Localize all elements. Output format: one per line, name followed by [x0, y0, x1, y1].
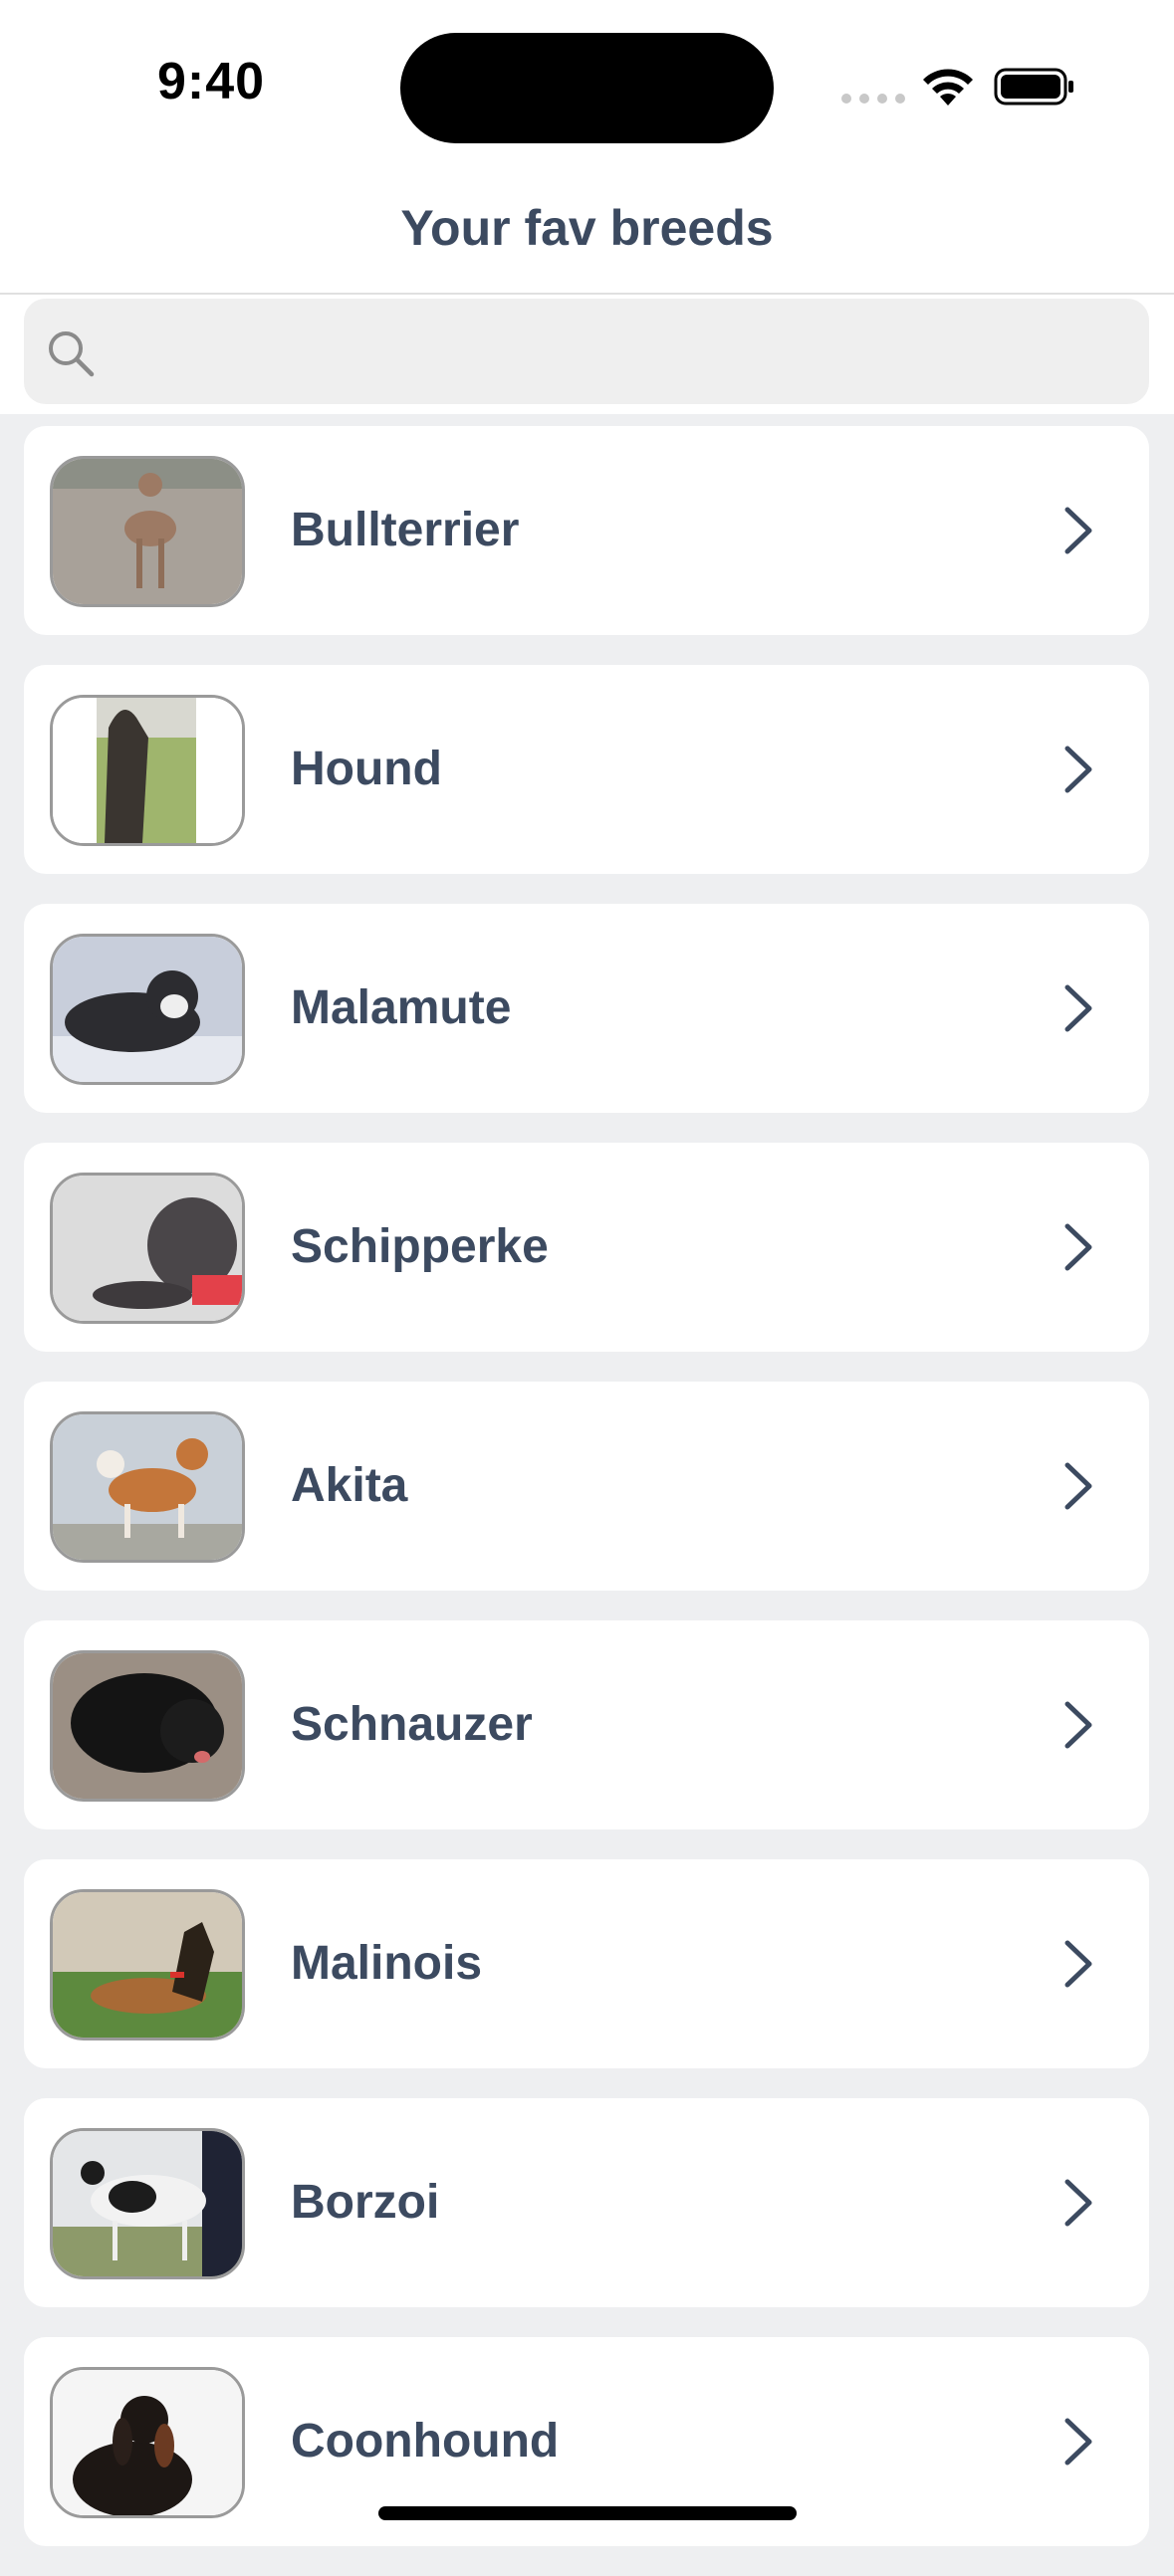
chevron-right-icon	[1064, 1223, 1092, 1271]
cellular-signal-icon	[841, 94, 905, 104]
list-item-bullterrier[interactable]: Bullterrier	[24, 426, 1149, 635]
breed-name: Akita	[291, 1459, 408, 1512]
search-icon	[49, 331, 95, 377]
breed-name: Malamute	[291, 981, 512, 1034]
breed-name: Schipperke	[291, 1220, 549, 1273]
chevron-right-icon	[1064, 2418, 1092, 2466]
chevron-right-icon	[1064, 984, 1092, 1032]
status-time: 9:40	[157, 53, 266, 110]
list-item-schnauzer[interactable]: Schnauzer	[24, 1620, 1149, 1829]
list-item-malinois[interactable]: Malinois	[24, 1859, 1149, 2068]
breed-photo	[50, 456, 245, 607]
list-item-hound[interactable]: Hound	[24, 665, 1149, 874]
breed-photo	[50, 2367, 245, 2518]
breed-photo	[50, 1173, 245, 1324]
page-title: Your fav breeds	[400, 200, 774, 256]
dynamic-island	[400, 33, 774, 143]
chevron-right-icon	[1064, 507, 1092, 554]
breed-name: Bullterrier	[291, 504, 520, 556]
search-bar	[0, 295, 1174, 414]
list-item-malamute[interactable]: Malamute	[24, 904, 1149, 1113]
chevron-right-icon	[1064, 2179, 1092, 2227]
list-item-akita[interactable]: Akita	[24, 1382, 1149, 1591]
chevron-right-icon	[1064, 1701, 1092, 1749]
home-indicator[interactable]	[378, 2506, 797, 2520]
list-item-schipperke[interactable]: Schipperke	[24, 1143, 1149, 1352]
list-item-borzoi[interactable]: Borzoi	[24, 2098, 1149, 2307]
search-input[interactable]	[114, 299, 1133, 406]
breed-photo	[50, 1650, 245, 1802]
breed-photo	[50, 934, 245, 1085]
chevron-right-icon	[1064, 1940, 1092, 1988]
nav-header: Your fav breeds	[0, 169, 1174, 295]
breed-list: Bullterrier Hound Malamute Schipperke Ak…	[24, 426, 1149, 2576]
breed-name: Borzoi	[291, 2176, 440, 2229]
search-field[interactable]	[24, 299, 1149, 406]
breed-photo	[50, 2128, 245, 2279]
breed-name: Hound	[291, 743, 442, 795]
status-bar: 9:40	[0, 0, 1174, 169]
breed-photo	[50, 1889, 245, 2040]
chevron-right-icon	[1064, 1462, 1092, 1510]
battery-icon	[994, 68, 1073, 106]
chevron-right-icon	[1064, 746, 1092, 793]
breed-photo	[50, 695, 245, 846]
breed-photo	[50, 1411, 245, 1563]
wifi-icon	[923, 69, 973, 106]
breed-name: Malinois	[291, 1937, 483, 1990]
breed-name: Schnauzer	[291, 1698, 533, 1751]
